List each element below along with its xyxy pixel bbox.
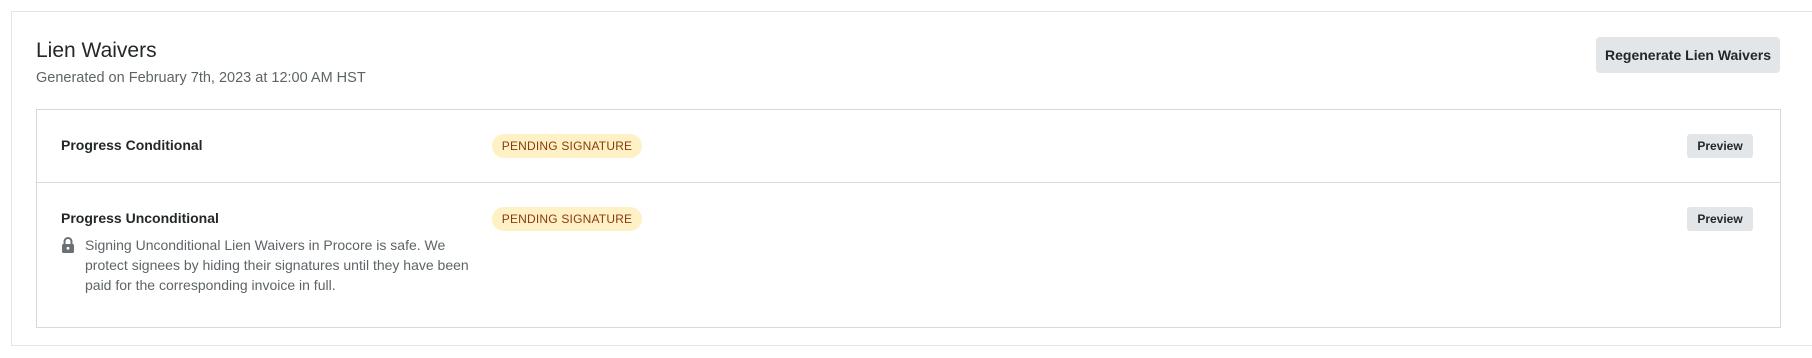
status-badge: PENDING SIGNATURE (492, 207, 642, 231)
lien-waivers-panel: Lien Waivers Generated on February 7th, … (11, 11, 1812, 346)
generated-timestamp: Generated on February 7th, 2023 at 12:00… (36, 70, 366, 86)
preview-button[interactable]: Preview (1687, 134, 1753, 158)
status-badge: PENDING SIGNATURE (492, 134, 642, 158)
page-title: Lien Waivers (36, 39, 157, 62)
lien-waiver-row: Progress Unconditional Signing Unconditi… (37, 183, 1780, 327)
lien-waiver-row: Progress Conditional PENDING SIGNATURE P… (37, 110, 1780, 183)
regenerate-lien-waivers-button[interactable]: Regenerate Lien Waivers (1596, 37, 1780, 73)
lock-icon (61, 237, 75, 253)
lien-waiver-list: Progress Conditional PENDING SIGNATURE P… (36, 109, 1781, 328)
waiver-name: Progress Unconditional (61, 210, 219, 226)
safety-note-text: Signing Unconditional Lien Waivers in Pr… (85, 237, 469, 293)
preview-button[interactable]: Preview (1687, 207, 1753, 231)
waiver-name: Progress Conditional (61, 137, 203, 153)
